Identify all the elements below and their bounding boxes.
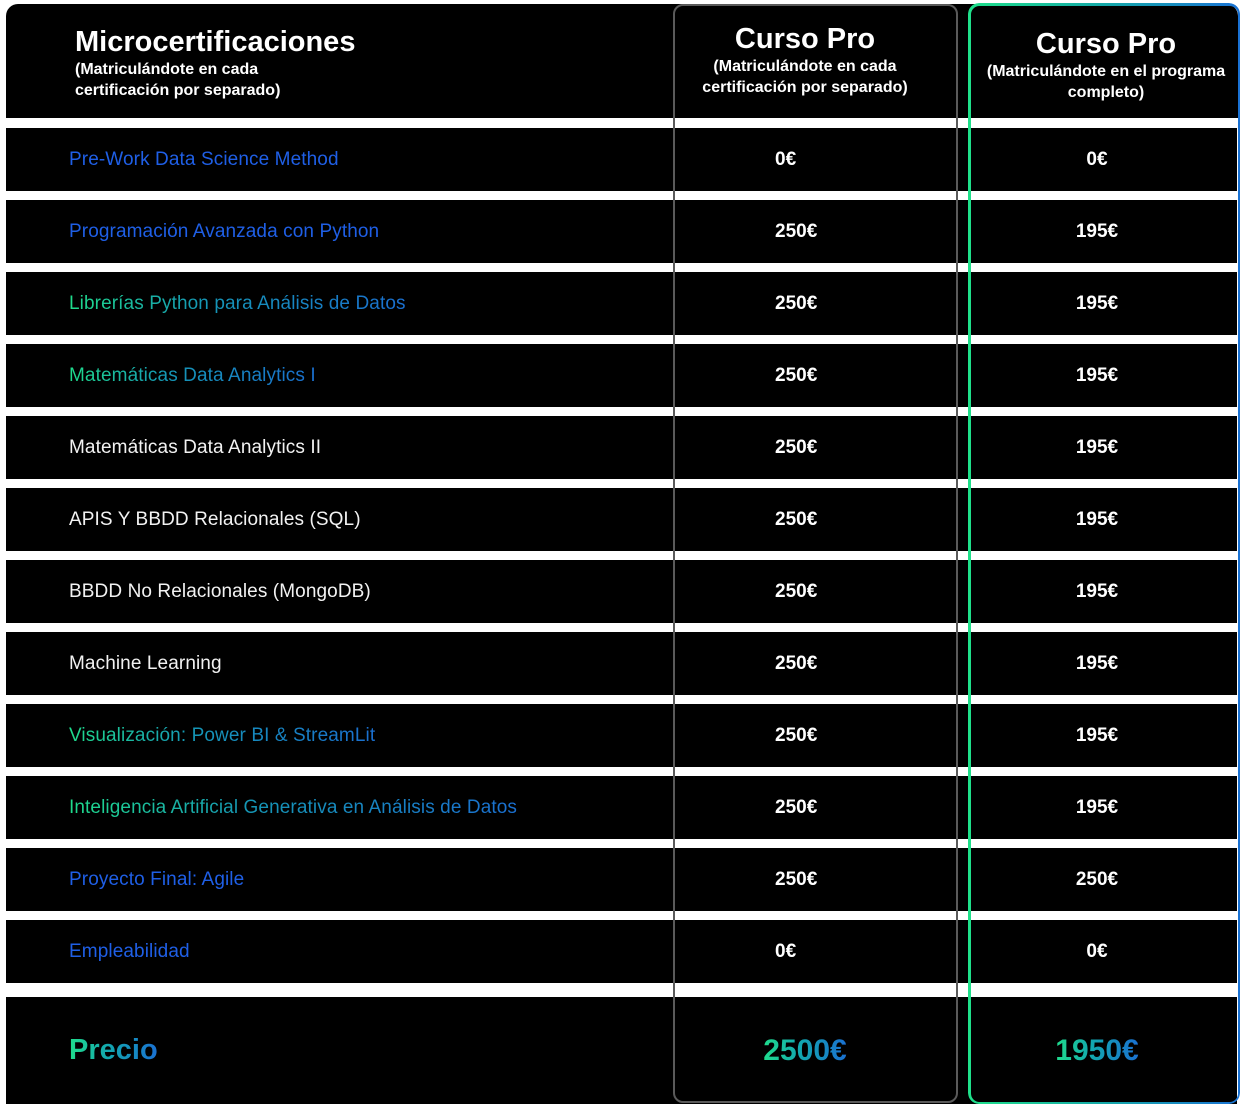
price-full-program: 195€ xyxy=(1075,293,1119,314)
table-row: Matemáticas Data Analytics II 250€ 195€ xyxy=(6,416,1237,479)
price-separate: 250€ xyxy=(775,725,818,746)
course-name: APIS Y BBDD Relacionales (SQL) xyxy=(69,509,361,530)
price-separate: 250€ xyxy=(775,293,818,314)
header-microcertificaciones-subtitle: (Matriculándote en cada certificación po… xyxy=(75,61,281,99)
table-row: Pre-Work Data Science Method 0€ 0€ xyxy=(6,128,1237,191)
table-row: Matemáticas Data Analytics I 250€ 195€ xyxy=(6,344,1237,407)
price-full-program: 195€ xyxy=(1075,581,1119,602)
table-row: Machine Learning 250€ 195€ xyxy=(6,632,1237,695)
header-curso-pro-complete: Curso Pro (Matriculándote en el programa… xyxy=(972,27,1240,103)
course-name: Matemáticas Data Analytics I xyxy=(69,344,316,407)
course-name: Inteligencia Artificial Generativa en An… xyxy=(69,776,517,839)
course-name: Librerías Python para Análisis de Datos xyxy=(69,272,406,335)
table-row: Proyecto Final: Agile 250€ 250€ xyxy=(6,848,1237,911)
price-separate: 250€ xyxy=(775,437,818,458)
price-separate: 250€ xyxy=(775,509,818,530)
header-col3-title: Curso Pro xyxy=(1035,28,1177,60)
total-price-label: Precio xyxy=(69,997,158,1104)
total-price-separate: 2500€ xyxy=(763,997,846,1104)
table-row: APIS Y BBDD Relacionales (SQL) 250€ 195€ xyxy=(6,488,1237,551)
course-name: Proyecto Final: Agile xyxy=(69,869,245,890)
table-row: Empleabilidad 0€ 0€ xyxy=(6,920,1237,983)
table-row: BBDD No Relacionales (MongoDB) 250€ 195€ xyxy=(6,560,1237,623)
table-row: Inteligencia Artificial Generativa en An… xyxy=(6,776,1237,839)
header-col2-title: Curso Pro xyxy=(734,23,876,55)
course-name: Machine Learning xyxy=(69,653,222,674)
header-microcertificaciones-title: Microcertificaciones xyxy=(75,26,356,58)
price-full-program: 195€ xyxy=(1075,365,1119,386)
course-name: Empleabilidad xyxy=(69,941,190,962)
table-row: Librerías Python para Análisis de Datos 2… xyxy=(6,272,1237,335)
header-col2-subtitle: (Matriculándote en cada certificación po… xyxy=(702,58,908,96)
price-separate: 250€ xyxy=(775,221,818,242)
header-col3-subtitle: (Matriculándote en el programa completo) xyxy=(986,63,1226,101)
price-full-program: 195€ xyxy=(1075,725,1119,746)
price-separate: 250€ xyxy=(775,365,818,386)
course-name: Pre-Work Data Science Method xyxy=(69,149,339,170)
price-separate: 250€ xyxy=(775,797,818,818)
price-separate: 250€ xyxy=(775,869,818,890)
price-full-program: 250€ xyxy=(1075,869,1119,890)
table-row: Programación Avanzada con Python 250€ 195€ xyxy=(6,200,1237,263)
price-full-program: 0€ xyxy=(1086,941,1108,962)
total-price-row: Precio 2500€ 1950€ xyxy=(6,997,1237,1104)
course-name: Visualización: Power BI & StreamLit xyxy=(69,704,375,767)
price-full-program: 195€ xyxy=(1075,509,1119,530)
price-full-program: 195€ xyxy=(1075,437,1119,458)
price-separate: 250€ xyxy=(775,581,818,602)
price-separate: 250€ xyxy=(775,653,818,674)
price-separate: 0€ xyxy=(775,149,797,170)
price-separate: 0€ xyxy=(775,941,797,962)
total-price-separate-cell: 2500€ xyxy=(676,997,934,1104)
header-curso-pro-separate: Curso Pro (Matriculándote en cada certif… xyxy=(676,22,934,98)
price-full-program: 195€ xyxy=(1075,653,1119,674)
course-name: Matemáticas Data Analytics II xyxy=(69,437,322,458)
course-name: Programación Avanzada con Python xyxy=(69,221,380,242)
total-price-full-cell: 1950€ xyxy=(972,997,1222,1104)
price-full-program: 0€ xyxy=(1086,149,1108,170)
price-full-program: 195€ xyxy=(1075,797,1119,818)
price-full-program: 195€ xyxy=(1075,221,1119,242)
total-price-full: 1950€ xyxy=(1055,997,1138,1104)
table-row: Visualización: Power BI & StreamLit 250€ 1… xyxy=(6,704,1237,767)
course-name: BBDD No Relacionales (MongoDB) xyxy=(69,581,371,602)
